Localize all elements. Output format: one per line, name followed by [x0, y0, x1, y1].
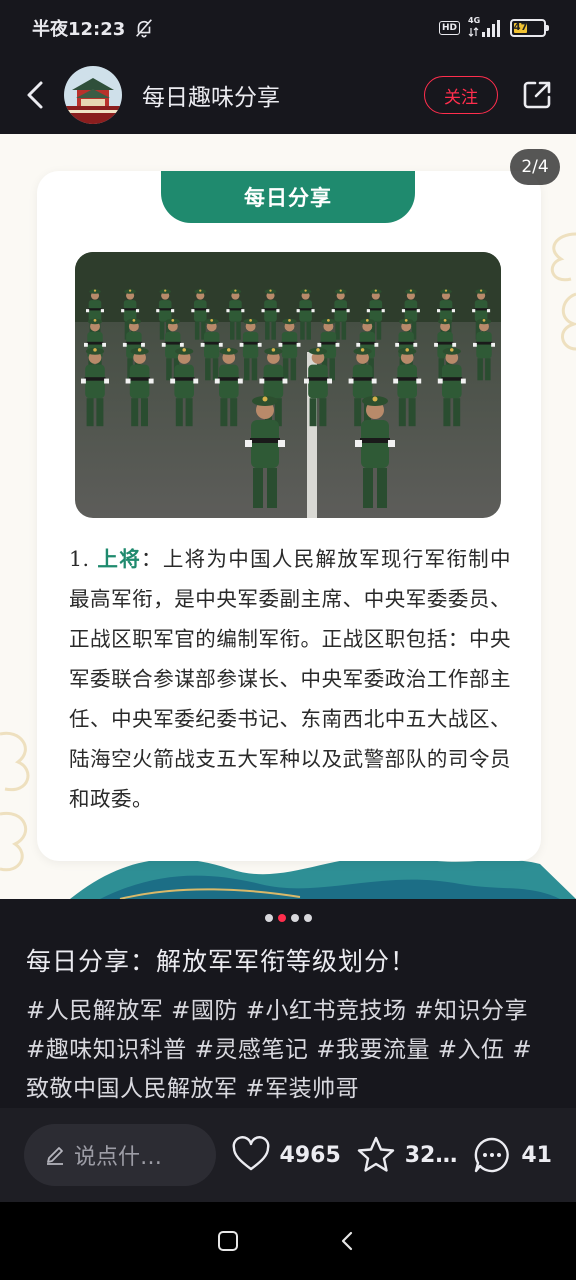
battery-icon: 47: [510, 19, 549, 37]
comment-count: 41: [521, 1142, 552, 1168]
hashtag-link[interactable]: #我要流量: [316, 1037, 430, 1063]
pencil-icon: [47, 1147, 63, 1165]
article-body: ：上将为中国人民解放军现行军衔制中最高军衔，是中央军委副主席、中央军委委员、正战…: [69, 547, 511, 811]
status-bar: 半夜12:23 HD 4G 47: [0, 0, 576, 56]
home-square-icon[interactable]: [217, 1230, 239, 1252]
post-title: 每日分享：解放军军衔等级划分！: [26, 947, 417, 976]
back-button[interactable]: [22, 78, 48, 112]
system-back-icon[interactable]: [337, 1230, 359, 1252]
battery-percent: 47: [513, 22, 528, 33]
carousel-dots: [0, 914, 576, 922]
hashtag-link[interactable]: #灵感笔记: [195, 1037, 309, 1063]
hashtag-list: #人民解放军 #國防 #小红书竞技场 #知识分享 #趣味知识科普 #灵感笔记 #…: [26, 992, 552, 1109]
article-number: 1.: [69, 547, 90, 571]
battery-level: 47: [513, 22, 528, 33]
follow-button[interactable]: 关注: [424, 76, 498, 114]
comment-placeholder: 说点什…: [74, 1145, 163, 1170]
info-card: 每日分享 1. 上将：上将为中国人民解放军现行军衔制中最高军衔，是中央军委副主席…: [37, 171, 541, 861]
hashtag-link[interactable]: #人民解放军: [26, 998, 163, 1024]
bottom-action-bar: 说点什… 4965 32… 41: [0, 1108, 576, 1202]
article-term: 上将: [97, 547, 142, 571]
carousel-dot: [277, 914, 286, 922]
top-nav-bar: 每日趣味分享 关注: [0, 56, 576, 134]
chevron-left-icon: [27, 81, 43, 109]
like-count: 4965: [279, 1142, 341, 1168]
heart-icon: [232, 1136, 269, 1171]
card-header-title: 每日分享: [244, 185, 332, 210]
hashtag-link[interactable]: #國防: [171, 998, 238, 1024]
hashtag-link[interactable]: #军装帅哥: [245, 1076, 359, 1102]
article-text: 1. 上将：上将为中国人民解放军现行军衔制中最高军衔，是中央军委副主席、中央军委…: [69, 539, 511, 819]
favorite-count: 32…: [404, 1142, 458, 1168]
favorite-button[interactable]: 32…: [355, 1134, 458, 1176]
hashtag-link[interactable]: #趣味知识科普: [26, 1037, 187, 1063]
card-header-tab: 每日分享: [161, 171, 415, 223]
cell-signal-icon: 4G: [468, 16, 502, 38]
hd-badge: HD: [438, 21, 460, 35]
page-indicator: 2/4: [510, 149, 560, 185]
status-time: 半夜12:23: [32, 19, 126, 40]
hashtag-link[interactable]: #小红书竞技场: [246, 998, 407, 1024]
carousel-dot: [303, 914, 312, 922]
share-external-icon[interactable]: [520, 78, 554, 112]
hashtag-link[interactable]: #知识分享: [414, 998, 528, 1024]
carousel-dot: [290, 914, 299, 922]
star-icon: [357, 1136, 394, 1172]
chat-bubble-icon: [475, 1137, 510, 1173]
post-image-carousel[interactable]: 每日分享 1. 上将：上将为中国人民解放军现行军衔制中最高军衔，是中央军委副主席…: [0, 134, 576, 899]
hashtag-link[interactable]: #入伍: [438, 1037, 505, 1063]
comment-input[interactable]: 说点什…: [24, 1124, 216, 1186]
account-name[interactable]: 每日趣味分享: [142, 78, 280, 112]
comment-button[interactable]: 41: [471, 1134, 552, 1176]
system-nav-bar: [0, 1202, 576, 1280]
bell-muted-icon: [136, 19, 153, 38]
status-indicators: HD 4G 47: [438, 16, 549, 38]
like-button[interactable]: 4965: [230, 1134, 341, 1176]
carousel-dot: [264, 914, 273, 922]
soldiers-photo: [75, 252, 501, 518]
account-avatar[interactable]: [64, 66, 122, 124]
